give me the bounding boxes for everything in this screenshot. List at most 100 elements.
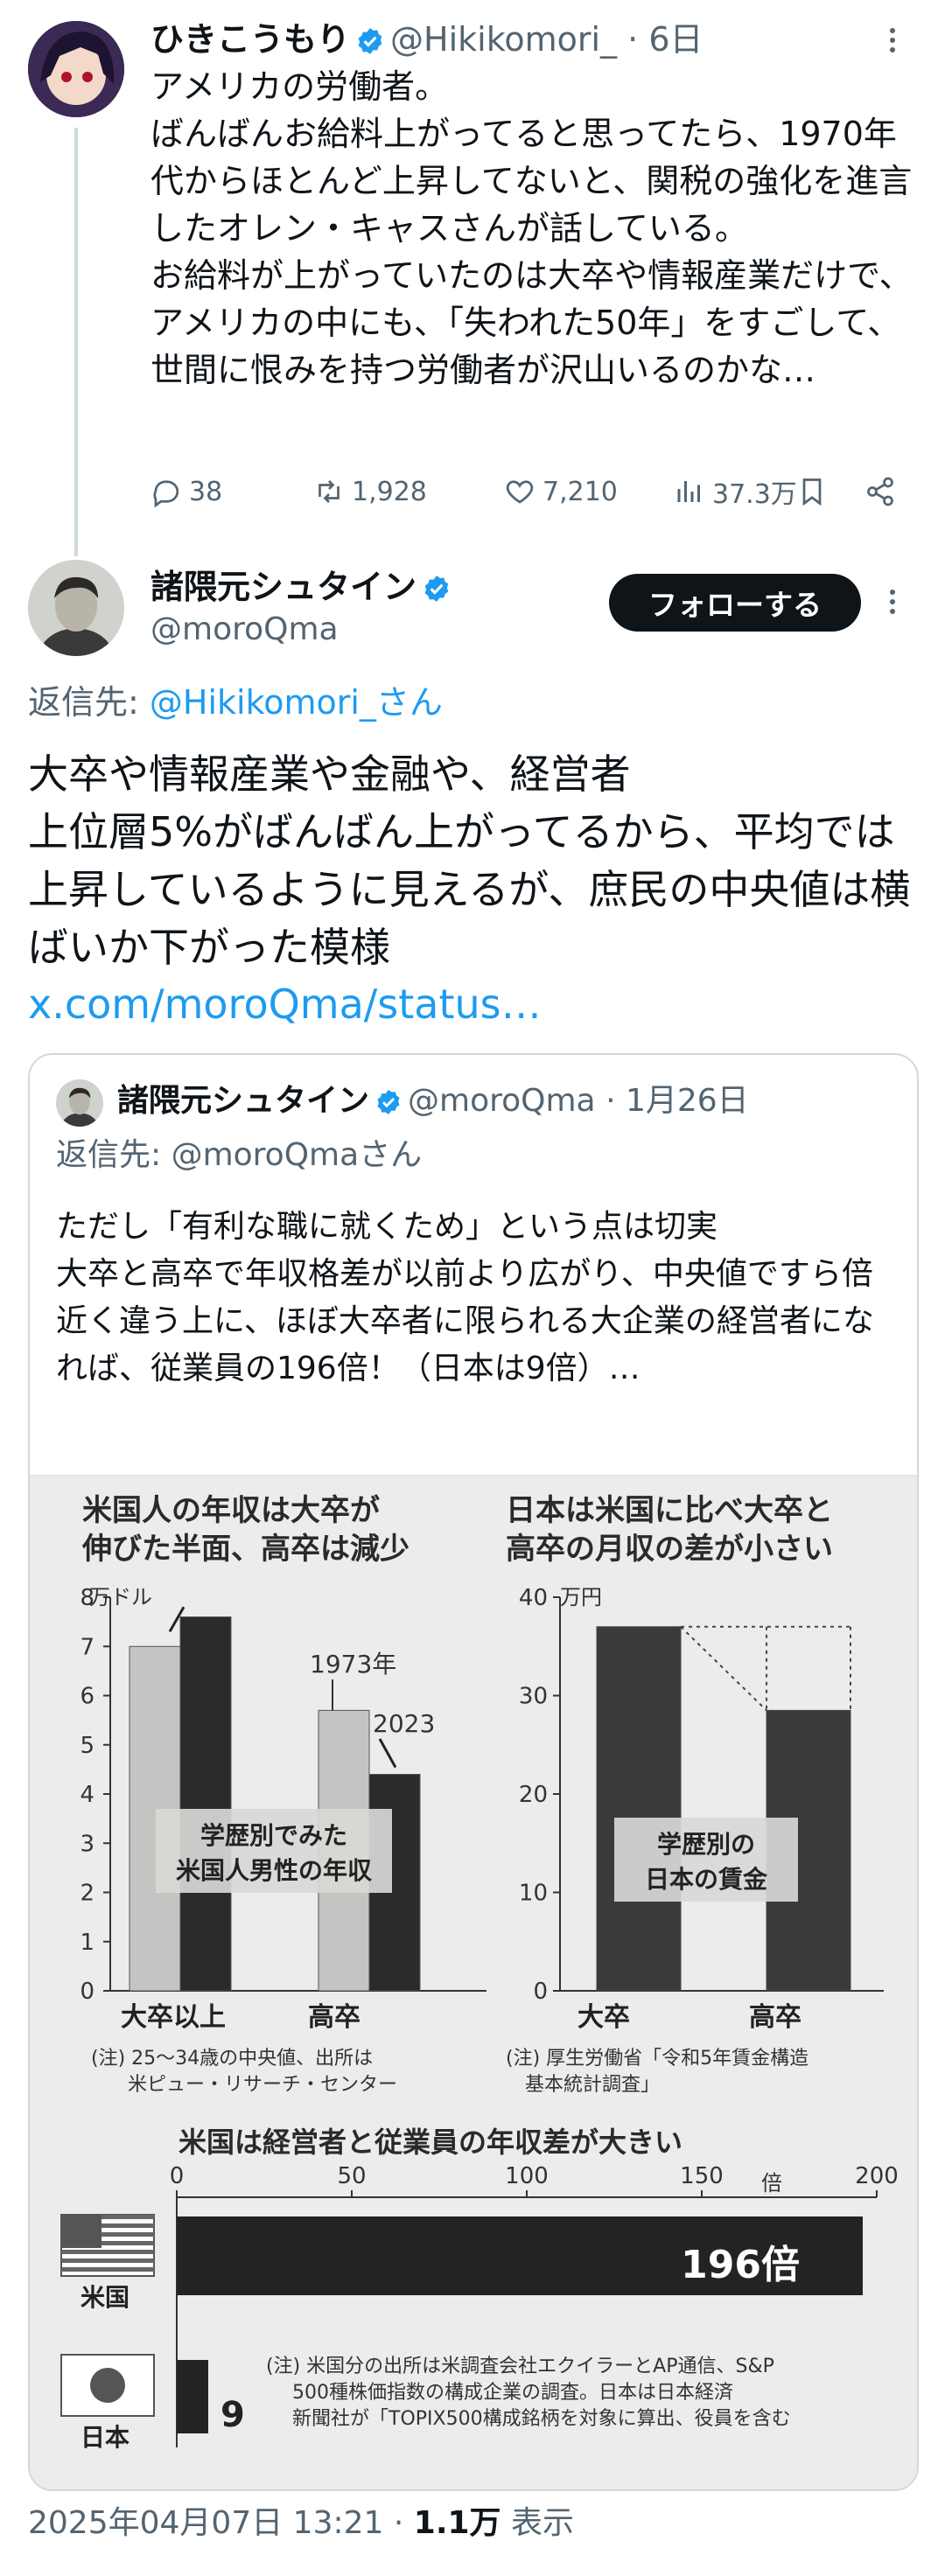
chart2-center-label-2: 日本の賃金 — [645, 1865, 768, 1894]
chart3-note-3: 新聞社が「TOPIX500構成銘柄を対象に算出、役員を含む — [292, 2408, 791, 2430]
chart1-bar — [179, 1616, 232, 1992]
chart3-note-2: 500種株価指数の構成企業の調査。日本は日本経済 — [292, 2382, 733, 2404]
tweet-time[interactable]: · 6日 — [627, 20, 703, 59]
view-count: 37.3万 — [712, 479, 797, 510]
chart3-value-jp: 9 — [220, 2395, 245, 2435]
chart2-y-tick-label: 30 — [519, 1684, 548, 1710]
chart3-bar — [177, 2360, 208, 2433]
reply-button[interactable]: 38 — [150, 469, 222, 514]
chart1-center-label-2: 米国人男性の年収 — [176, 1856, 373, 1885]
tweet-actions: 38 1,928 7,210 37.3万 — [150, 469, 903, 514]
tweet-timestamp[interactable]: 2025年04月07日 13:21 · 1.1万 表示 — [28, 2503, 574, 2544]
bookmark-button[interactable] — [796, 469, 828, 514]
tweet-header: ひきこうもり @Hikikomori_ · 6日 — [150, 19, 704, 65]
bookmark-icon — [802, 478, 822, 506]
verified-badge-icon — [374, 1086, 402, 1127]
verified-badge-icon — [422, 572, 452, 612]
reply-to-mention-link[interactable]: @Hikikomori_さん — [150, 683, 443, 722]
parent-tweet: ひきこうもり @Hikikomori_ · 6日 アメリカの労働者。 ばんばんお給… — [0, 0, 945, 560]
chart1-y-tick-label: 8 — [80, 1585, 94, 1611]
quoted-tweet-header: 諸隈元シュタイン @moroQma · 1月26日 — [117, 1081, 749, 1127]
tweet-text: 大卒や情報産業や金融や、経営者 上位層5%がばんばん上がってるから、平均では上昇… — [28, 750, 911, 971]
us-flag-stripe — [61, 2258, 154, 2263]
view-count-total: 1.1万 — [413, 2505, 501, 2541]
chart1-y-tick-label: 1 — [80, 1930, 94, 1956]
chart1-category-1: 大卒以上 — [121, 2002, 226, 2033]
tweet-link[interactable]: x.com/moroQma/status… — [28, 978, 542, 1030]
views-chart-icon — [677, 481, 700, 502]
chart3-x-tick-label: 100 — [505, 2163, 549, 2189]
heart-icon — [506, 480, 534, 504]
chart1-y-tick-label: 5 — [80, 1733, 94, 1759]
more-options-icon[interactable] — [875, 584, 910, 619]
chart3-value-us: 196倍 — [681, 2243, 800, 2287]
views-button[interactable]: 37.3万 — [674, 469, 797, 514]
chart1-center-label-1: 学歴別でみた — [200, 1821, 347, 1850]
chart2-category-1: 大卒 — [578, 2002, 630, 2033]
reply-count: 38 — [189, 476, 223, 507]
thread-line — [74, 128, 78, 556]
chart3-label-us: 米国 — [80, 2283, 130, 2312]
avatar[interactable] — [28, 21, 124, 117]
newspaper-clipping-image[interactable]: 米国人の年収は大卒が 伸びた半面、高卒は減少 万ドル 0 1 2 3 4 5 6 7 8 197… — [30, 1475, 917, 2489]
us-flag-stripe — [61, 2267, 154, 2272]
chart3-x-tick-label: 200 — [855, 2163, 899, 2189]
post-datetime[interactable]: 2025年04月07日 13:21 · — [28, 2505, 414, 2541]
chart1-title-line2: 伸びた半面、高卒は減少 — [81, 1532, 410, 1567]
quoted-author-name: 諸隈元シュタイン — [117, 1083, 370, 1119]
author-name[interactable]: ひきこうもり — [150, 20, 350, 59]
chart3-note-1: (注) 米国分の出所は米調査会社エクイラーとAP通信、S&P — [266, 2356, 774, 2377]
reply-icon — [153, 480, 179, 507]
chart2-bar — [596, 1626, 682, 1992]
chart2-note-1: (注) 厚生労働省「令和5年賃金構造 — [506, 2048, 808, 2070]
reply-to-label: 返信先: @Hikikomori_さん — [28, 682, 443, 723]
author-handle[interactable]: @Hikikomori_ — [390, 20, 617, 59]
avatar[interactable] — [28, 560, 124, 656]
chart3-unit-label: 倍 — [761, 2171, 782, 2196]
like-count: 7,210 — [542, 476, 618, 507]
chart1-y-tick-label: 6 — [80, 1684, 94, 1710]
chart2-title-line1: 日本は米国に比べ大卒と — [506, 1493, 833, 1528]
more-options-icon[interactable] — [875, 23, 910, 58]
chart2-y-tick-label: 0 — [533, 1979, 548, 2005]
chart3-x-tick-label: 50 — [337, 2163, 366, 2189]
us-flag-icon — [60, 2214, 155, 2277]
retweet-icon — [318, 480, 340, 503]
quoted-tweet-text: ただし「有利な職に就くため」という点は切実 大卒と高卒で年収格差が以前より広がり… — [56, 1209, 874, 1386]
quoted-author-handle: @moroQma — [408, 1083, 596, 1119]
chart1-y-tick-label: 7 — [80, 1634, 94, 1660]
chart2-unit-label: 万円 — [560, 1585, 602, 1609]
japan-flag-icon — [60, 2354, 155, 2417]
chart2-y-tick-label: 40 — [519, 1585, 548, 1611]
chart1-y-tick-label: 3 — [80, 1831, 94, 1857]
chart2-title-line2: 高卒の月収の差が小さい — [506, 1532, 833, 1567]
avatar[interactable] — [56, 1079, 103, 1127]
retweet-button[interactable]: 1,928 — [313, 469, 427, 514]
follow-button[interactable]: フォローする — [609, 574, 861, 632]
author-handle[interactable]: @moroQma — [150, 611, 339, 649]
chart2-y-tick-label: 10 — [519, 1881, 548, 1907]
chart1-note-2: 米ピュー・リサーチ・センター — [128, 2074, 397, 2096]
share-button[interactable] — [864, 469, 896, 514]
chart1-title-line1: 米国人の年収は大卒が — [82, 1493, 380, 1528]
views-suffix: 表示 — [500, 2505, 574, 2541]
chart1-legend-2023: 2023 — [373, 1709, 435, 1738]
us-flag-stripe — [61, 2250, 154, 2254]
retweet-count: 1,928 — [352, 476, 427, 507]
like-button[interactable]: 7,210 — [504, 469, 618, 514]
tweet-text: アメリカの労働者。 ばんばんお給料上がってると思ってたら、1970年代からほとん… — [150, 67, 913, 389]
chart1-legend-1973: 1973年 — [310, 1650, 396, 1679]
author-name-text[interactable]: 諸隈元シュタイン — [150, 568, 416, 606]
chart1-category-2: 高卒 — [308, 2002, 360, 2033]
chart3-x-tick-label: 0 — [170, 2163, 185, 2189]
chart2-note-2: 基本統計調査」 — [525, 2074, 660, 2096]
chart3-x-tick-label: 150 — [680, 2163, 724, 2189]
quoted-tweet-time: · 1月26日 — [606, 1083, 749, 1119]
chart1-note-1: (注) 25～34歳の中央値、出所は — [91, 2048, 373, 2070]
quoted-tweet-card[interactable]: 諸隈元シュタイン @moroQma · 1月26日 返信先: @moroQmaさん… — [28, 1053, 919, 2491]
quoted-reply-to-label: 返信先: @moroQmaさん — [56, 1137, 423, 1173]
chart3-label-jp: 日本 — [80, 2423, 130, 2452]
chart1-unit-label: 万ドル — [89, 1585, 152, 1609]
author-name[interactable]: 諸隈元シュタイン — [150, 567, 457, 612]
chart2-center-label-1: 学歴別の — [657, 1830, 755, 1859]
